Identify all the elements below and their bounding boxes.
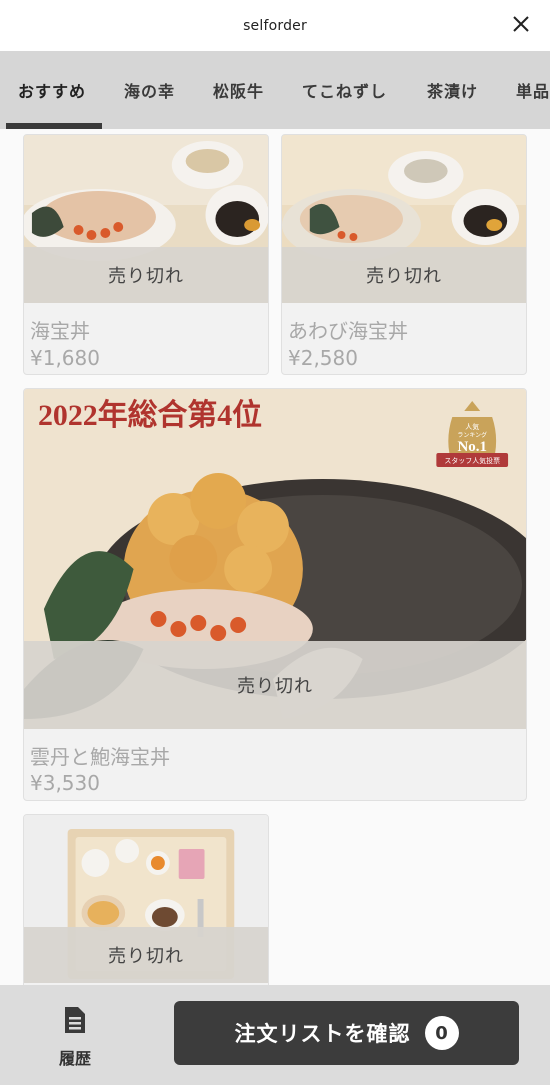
- history-button[interactable]: 履歴: [30, 1003, 120, 1069]
- sold-out-overlay: 売り切れ: [24, 927, 268, 983]
- tab-tekonezushi[interactable]: てこねずし: [302, 51, 387, 129]
- view-order-list-button[interactable]: 注文リストを確認 0: [174, 1001, 519, 1065]
- item-name: 雲丹と鮑海宝丼: [30, 745, 170, 769]
- menu-item-card-featured[interactable]: 2022年総合第4位 人気 ランキング No.1 スタッフ人気投票 売り切れ 雲…: [23, 388, 527, 801]
- document-icon: [65, 1007, 85, 1033]
- tab-seafood[interactable]: 海の幸: [124, 51, 175, 129]
- close-icon[interactable]: [508, 11, 536, 39]
- menu-item-card[interactable]: 売り切れ あわび海宝丼 ¥2,580: [281, 134, 527, 375]
- header-bar: selforder: [0, 0, 550, 51]
- history-label: 履歴: [58, 1049, 91, 1068]
- tab-chazuke[interactable]: 茶漬け: [427, 51, 478, 129]
- sold-out-overlay: 売り切れ: [282, 247, 526, 303]
- item-name: 海宝丼: [30, 319, 90, 343]
- item-price: ¥2,580: [288, 346, 358, 370]
- item-price: ¥3,530: [30, 771, 100, 795]
- ranking-banner: 2022年総合第4位: [38, 398, 262, 432]
- svg-text:人気: 人気: [465, 422, 479, 431]
- bottom-bar: 履歴 注文リストを確認 0: [0, 985, 550, 1085]
- sold-out-overlay: 売り切れ: [24, 641, 526, 729]
- item-price: ¥1,680: [30, 346, 100, 370]
- svg-text:ランキング: ランキング: [457, 431, 487, 439]
- menu-item-card[interactable]: 売り切れ: [23, 814, 269, 985]
- order-count-badge: 0: [424, 1016, 459, 1050]
- tab-matsusaka-beef[interactable]: 松阪牛: [213, 51, 264, 129]
- svg-text:スタッフ人気投票: スタッフ人気投票: [444, 456, 500, 465]
- tab-single-items[interactable]: 単品: [516, 51, 550, 129]
- menu-list: 売り切れ 海宝丼 ¥1,680 売り切れ あわび海宝丼 ¥2,580 2022年…: [0, 129, 550, 985]
- category-tabs: おすすめ 海の幸 松阪牛 てこねずし 茶漬け 単品: [0, 51, 550, 129]
- item-name: あわび海宝丼: [288, 319, 408, 343]
- sold-out-overlay: 売り切れ: [24, 247, 268, 303]
- svg-text:No.1: No.1: [457, 439, 486, 455]
- menu-item-card[interactable]: 売り切れ 海宝丼 ¥1,680: [23, 134, 269, 375]
- tab-recommended[interactable]: おすすめ: [18, 51, 86, 129]
- order-list-label: 注文リストを確認: [234, 1022, 411, 1046]
- app-title: selforder: [243, 17, 307, 34]
